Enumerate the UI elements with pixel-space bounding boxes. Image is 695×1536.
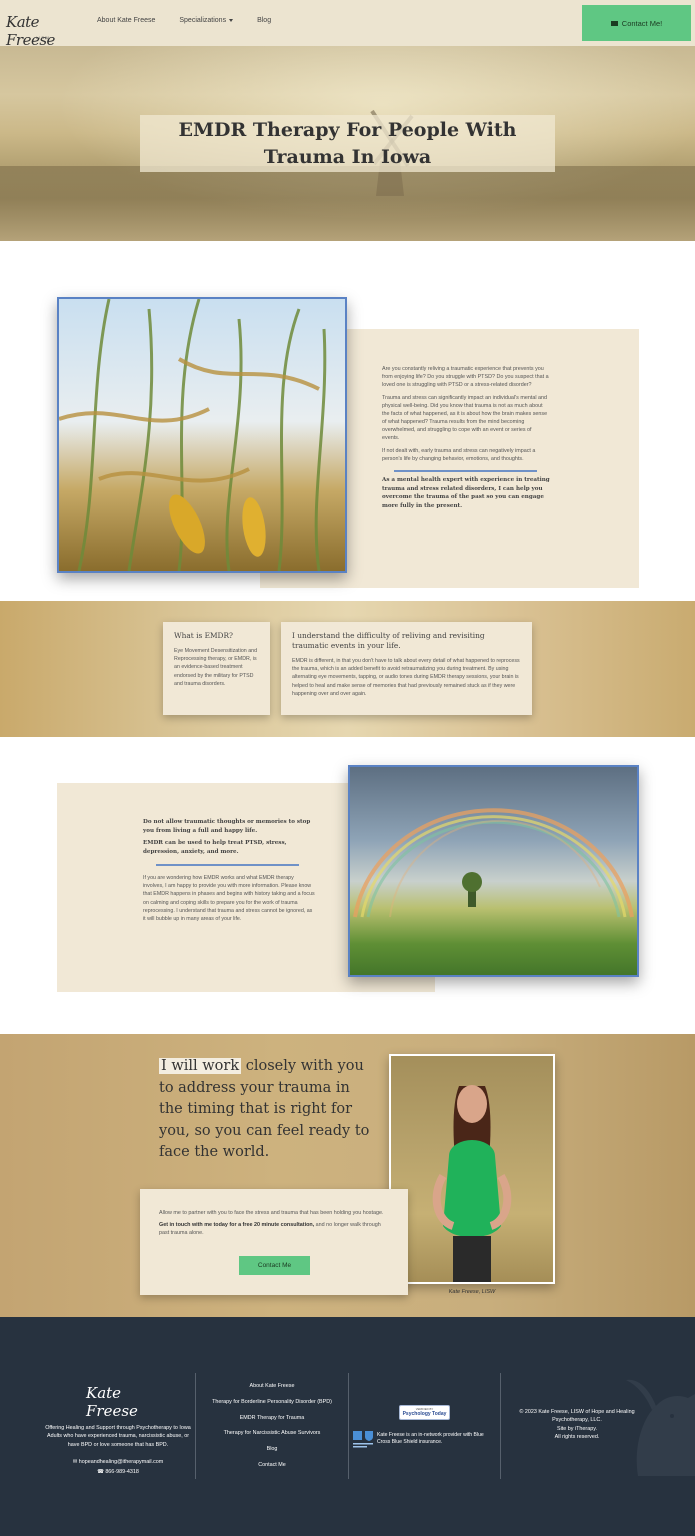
card-text: EMDR is different, in that you don't hav… bbox=[292, 658, 520, 697]
footer-logo[interactable]: Kate Freese bbox=[84, 1378, 154, 1420]
card-text: Eye Movement Desensitization and Reproce… bbox=[174, 648, 258, 687]
nav-link-specializations[interactable]: Specializations bbox=[179, 17, 234, 24]
emdr-bold-statements: Do not allow traumatic thoughts or memor… bbox=[143, 818, 323, 860]
contact-me-cta-button[interactable]: Contact Me bbox=[239, 1256, 310, 1275]
nav-link-about[interactable]: About Kate Freese bbox=[97, 17, 155, 24]
consultation-offer: Get in touch with me today for a free 20… bbox=[159, 1221, 389, 1237]
card-title: What is EMDR? bbox=[174, 631, 234, 640]
intro-bold-statement: As a mental health expert with experienc… bbox=[382, 477, 550, 509]
caret-down-icon bbox=[229, 18, 234, 22]
site-logo[interactable]: Kate Freese LISW bbox=[6, 5, 72, 49]
footer-link-blog[interactable]: Blog bbox=[196, 1446, 348, 1462]
card-title: I understand the difficulty of reliving … bbox=[292, 631, 485, 650]
logo-subtitle: LISW bbox=[36, 35, 50, 40]
footer-link-narcissistic[interactable]: Therapy for Narcissistic Abuse Survivors bbox=[196, 1430, 348, 1446]
footer-email-link[interactable]: ✉ hopeandhealing@itherapymail.com bbox=[43, 1458, 193, 1468]
envelope-icon bbox=[610, 20, 618, 26]
contact-me-button[interactable]: Contact Me! bbox=[582, 5, 691, 41]
footer-link-contact[interactable]: Contact Me bbox=[196, 1462, 348, 1478]
footer-link-bpd[interactable]: Therapy for Borderline Personality Disor… bbox=[196, 1399, 348, 1415]
rainbow-field-photo bbox=[348, 765, 639, 977]
intro-paragraph: If not dealt with, early trauma and stre… bbox=[382, 448, 536, 462]
consultation-offer-bold: Get in touch with me today for a free 20… bbox=[159, 1222, 315, 1228]
consultation-text: Allow me to partner with you to face the… bbox=[159, 1210, 384, 1216]
footer-divider bbox=[500, 1373, 501, 1479]
emdr-info-text: If you are wondering how EMDR works and … bbox=[143, 875, 315, 923]
hero-title: EMDR Therapy For People With Trauma In I… bbox=[178, 118, 517, 168]
footer-contact: ✉ hopeandhealing@itherapymail.com ☎ 866-… bbox=[43, 1458, 193, 1477]
photo-caption: Kate Freese, LISW bbox=[448, 1289, 496, 1295]
top-nav: Kate Freese LISW About Kate Freese Speci… bbox=[0, 0, 695, 49]
divider bbox=[156, 864, 299, 866]
footer-divider bbox=[348, 1373, 349, 1479]
bold-statement: Do not allow traumatic thoughts or memor… bbox=[143, 819, 311, 834]
footer-tagline: Offering Healing and Support through Psy… bbox=[45, 1425, 191, 1448]
logo-text: Kate Freese bbox=[6, 13, 55, 49]
footer-phone: 866-989-4318 bbox=[105, 1468, 139, 1475]
insurance-note: Kate Freese is an in-network provider wi… bbox=[377, 1432, 484, 1445]
blue-cross-blue-shield-icon bbox=[353, 1431, 373, 1448]
hero-field bbox=[0, 166, 695, 241]
intro-paragraph: Are you constantly reliving a traumatic … bbox=[382, 366, 549, 388]
goat-watermark-icon bbox=[626, 1379, 695, 1476]
work-with-me-quote: I will work closely with you to address … bbox=[159, 1056, 374, 1164]
nav-link-specializations-label: Specializations bbox=[179, 17, 227, 24]
corn-illustration bbox=[59, 299, 327, 571]
intro-paragraph: Trauma and stress can significantly impa… bbox=[382, 395, 548, 441]
therapist-illustration bbox=[432, 1085, 512, 1282]
footer-link-emdr[interactable]: EMDR Therapy for Trauma bbox=[196, 1415, 348, 1431]
hero-title-box: EMDR Therapy For People With Trauma In I… bbox=[140, 115, 555, 172]
psychology-today-badge[interactable]: VERIFIED BY Psychology Today bbox=[399, 1405, 450, 1420]
footer-phone-link[interactable]: ☎ 866-989-4318 bbox=[43, 1468, 193, 1478]
consultation-card: Allow me to partner with you to face the… bbox=[140, 1189, 408, 1295]
contact-me-label: Contact Me! bbox=[621, 18, 663, 28]
footer-links: About Kate Freese Therapy for Borderline… bbox=[196, 1383, 348, 1478]
rainbow-illustration bbox=[353, 808, 634, 918]
nav-links: About Kate Freese Specializations Blog bbox=[97, 17, 271, 24]
quote-highlight: I will work bbox=[159, 1058, 242, 1074]
hero-banner: EMDR Therapy For People With Trauma In I… bbox=[0, 46, 695, 241]
what-is-emdr-card: What is EMDR? Eye Movement Desensitizati… bbox=[163, 622, 270, 715]
bold-statement: EMDR can be used to help treat PTSD, str… bbox=[143, 840, 287, 855]
footer-link-about[interactable]: About Kate Freese bbox=[196, 1383, 348, 1399]
divider bbox=[394, 470, 537, 472]
nav-link-blog[interactable]: Blog bbox=[257, 17, 271, 24]
therapist-photo bbox=[389, 1054, 555, 1284]
understand-difficulty-card: I understand the difficulty of reliving … bbox=[281, 622, 532, 715]
corn-field-photo bbox=[57, 297, 347, 573]
pt-brand-label: Psychology Today bbox=[402, 1411, 447, 1417]
intro-text: Are you constantly reliving a traumatic … bbox=[382, 365, 550, 515]
footer-logo-text: Kate Freese bbox=[86, 1384, 138, 1420]
footer-email: hopeandhealing@itherapymail.com bbox=[78, 1459, 164, 1465]
